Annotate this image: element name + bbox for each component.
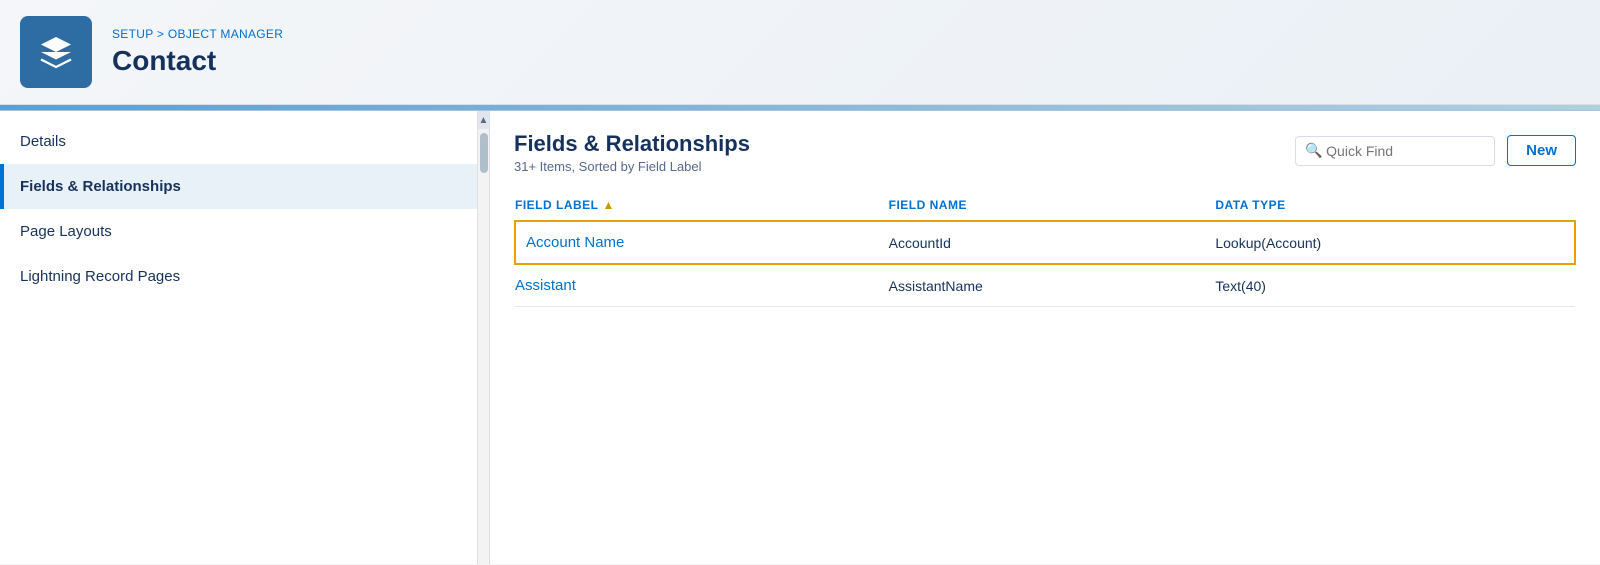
assistant-link[interactable]: Assistant <box>515 277 576 294</box>
table-row: Account Name AccountId Lookup(Account) <box>515 221 1575 264</box>
table-header-row: FIELD LABEL ▲ FIELD NAME DATA TYPE <box>515 190 1575 221</box>
quick-find-wrapper: 🔍 <box>1295 136 1495 166</box>
cell-field-label: Assistant <box>515 264 889 307</box>
sidebar-item-page-layouts[interactable]: Page Layouts <box>0 209 477 254</box>
object-icon <box>20 16 92 88</box>
sidebar-item-details[interactable]: Details <box>0 119 477 164</box>
scrollbar-thumb[interactable] <box>480 133 488 173</box>
col-data-type[interactable]: DATA TYPE <box>1215 190 1575 221</box>
table-header: FIELD LABEL ▲ FIELD NAME DATA TYPE <box>515 190 1575 221</box>
sidebar-item-lightning-record-pages[interactable]: Lightning Record Pages <box>0 254 477 299</box>
quick-find-input[interactable] <box>1295 136 1495 166</box>
section-title: Fields & Relationships <box>514 131 750 157</box>
sort-asc-icon[interactable]: ▲ <box>603 198 615 212</box>
sidebar-item-details-label: Details <box>20 133 66 150</box>
main-layout: ▲ Details Fields & Relationships Page La… <box>0 111 1600 564</box>
breadcrumb-separator: > <box>153 27 168 41</box>
table-body: Account Name AccountId Lookup(Account) A… <box>515 221 1575 307</box>
sidebar-nav: Details Fields & Relationships Page Layo… <box>0 111 489 307</box>
cell-data-type: Lookup(Account) <box>1215 221 1575 264</box>
scrollbar-up-arrow[interactable]: ▲ <box>478 111 489 129</box>
new-button[interactable]: New <box>1507 135 1576 166</box>
content-area: Fields & Relationships 31+ Items, Sorted… <box>490 111 1600 564</box>
account-name-link[interactable]: Account Name <box>526 234 624 251</box>
col-field-name[interactable]: FIELD NAME <box>889 190 1216 221</box>
sidebar: ▲ Details Fields & Relationships Page La… <box>0 111 490 564</box>
breadcrumb-setup[interactable]: SETUP <box>112 27 153 41</box>
cell-data-type: Text(40) <box>1215 264 1575 307</box>
sidebar-scrollbar[interactable]: ▲ <box>477 111 489 564</box>
sidebar-item-page-layouts-label: Page Layouts <box>20 223 112 240</box>
sidebar-item-lightning-label: Lightning Record Pages <box>20 268 180 285</box>
sidebar-item-fields-relationships[interactable]: Fields & Relationships <box>0 164 477 209</box>
col-field-name-text: FIELD NAME <box>889 198 967 212</box>
header-text-block: SETUP > OBJECT MANAGER Contact <box>112 27 283 77</box>
content-header: Fields & Relationships 31+ Items, Sorted… <box>514 131 1576 174</box>
col-data-type-text: DATA TYPE <box>1215 198 1285 212</box>
cell-field-label: Account Name <box>515 221 889 264</box>
col-field-label-text: FIELD LABEL <box>515 198 599 212</box>
page-title: Contact <box>112 45 283 77</box>
cell-field-name: AccountId <box>889 221 1216 264</box>
stacked-layers-icon <box>38 34 74 70</box>
content-title-block: Fields & Relationships 31+ Items, Sorted… <box>514 131 750 174</box>
breadcrumb[interactable]: SETUP > OBJECT MANAGER <box>112 27 283 41</box>
page-header: SETUP > OBJECT MANAGER Contact <box>0 0 1600 105</box>
section-subtitle: 31+ Items, Sorted by Field Label <box>514 159 750 174</box>
scrollbar-track <box>478 129 489 564</box>
sidebar-item-fields-label: Fields & Relationships <box>20 178 181 195</box>
fields-table: FIELD LABEL ▲ FIELD NAME DATA TYPE <box>514 190 1576 307</box>
col-field-label[interactable]: FIELD LABEL ▲ <box>515 190 889 221</box>
cell-field-name: AssistantName <box>889 264 1216 307</box>
content-actions: 🔍 New <box>1295 135 1576 166</box>
breadcrumb-manager[interactable]: OBJECT MANAGER <box>168 27 283 41</box>
table-row: Assistant AssistantName Text(40) <box>515 264 1575 307</box>
